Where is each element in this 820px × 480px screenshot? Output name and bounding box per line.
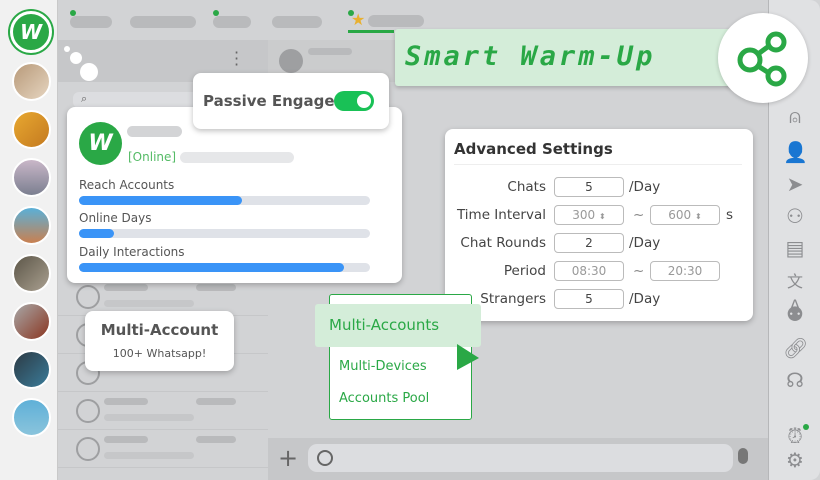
reach-accounts-bar — [79, 196, 370, 205]
app-logo[interactable]: W — [10, 11, 52, 53]
divider — [454, 164, 742, 165]
banner-title: Smart Warm-Up — [405, 41, 656, 72]
cursor-arrow-icon — [457, 344, 479, 370]
period-start-input[interactable]: 08:30 — [554, 261, 624, 281]
account-avatar[interactable] — [12, 302, 51, 341]
field-label: Strangers — [480, 291, 546, 307]
user-icon — [76, 399, 100, 423]
menu-item-multi-devices[interactable]: Multi-Devices — [339, 359, 427, 374]
notification-dot — [803, 424, 809, 430]
account-avatar[interactable] — [12, 158, 51, 197]
passive-engage-label: Passive Engage — [203, 92, 335, 110]
menu-item-accounts-pool[interactable]: Accounts Pool — [339, 391, 429, 406]
account-avatar[interactable] — [12, 62, 51, 101]
tab[interactable] — [272, 16, 322, 28]
search-icon: ⌕ — [81, 92, 88, 105]
decor-dot — [70, 52, 82, 64]
range-separator: ~ — [633, 207, 645, 223]
interval-max-input[interactable]: 600 ⬍ — [650, 205, 720, 225]
metric-label: Online Days — [79, 211, 152, 225]
message-input[interactable] — [308, 444, 733, 472]
user-icon — [76, 285, 100, 309]
chat-row[interactable] — [58, 392, 268, 430]
microphone-icon[interactable] — [738, 448, 748, 464]
period-end-input[interactable]: 20:30 — [650, 261, 720, 281]
contacts-icon[interactable]: ⚇ — [783, 204, 807, 228]
active-tab-indicator — [348, 30, 394, 33]
passive-engage-card: Passive Engage — [193, 73, 389, 129]
account-info-placeholder — [180, 152, 294, 163]
account-avatar[interactable] — [12, 110, 51, 149]
interval-min-input[interactable]: 300 ⬍ — [554, 205, 624, 225]
multi-account-card: Multi-Account 100+ Whatsapp! — [85, 311, 234, 371]
tab[interactable] — [130, 16, 196, 28]
account-avatar[interactable] — [12, 254, 51, 293]
multi-account-title: Multi-Account — [100, 321, 219, 339]
daily-interactions-bar — [79, 263, 370, 272]
link-icon[interactable]: 🔗︎ — [783, 336, 808, 360]
progress-fill — [79, 229, 114, 238]
unit-label: /Day — [629, 235, 661, 251]
group-icon[interactable]: ⚉ — [783, 302, 807, 326]
decor-dot — [80, 63, 98, 81]
support-icon[interactable]: ☊ — [783, 368, 807, 392]
metric-label: Reach Accounts — [79, 178, 175, 192]
metric-label: Daily Interactions — [79, 245, 185, 259]
emoji-icon[interactable] — [317, 450, 333, 466]
toggle-knob — [357, 94, 371, 108]
menu-item-label: Multi-Accounts — [329, 316, 440, 334]
chat-row[interactable] — [58, 430, 268, 468]
add-icon[interactable]: + — [278, 444, 298, 472]
spinner-icon[interactable]: ⬍ — [599, 212, 606, 221]
chat-rounds-input[interactable]: 2 — [554, 233, 624, 253]
tab-active[interactable] — [368, 15, 424, 27]
interval-min-value: 300 — [572, 208, 596, 222]
strangers-input[interactable]: 5 — [554, 289, 624, 309]
field-label: Chat Rounds — [460, 235, 546, 251]
spinner-icon[interactable]: ⬍ — [695, 212, 702, 221]
multi-account-subtitle: 100+ Whatsapp! — [112, 347, 207, 360]
contact-name-placeholder — [308, 48, 352, 55]
star-icon: ★ — [351, 10, 366, 29]
progress-fill — [79, 196, 242, 205]
online-status: [Online] — [128, 150, 177, 164]
field-label: Chats — [507, 179, 546, 195]
range-separator: ~ — [633, 263, 645, 279]
account-logo: W — [79, 122, 122, 165]
account-avatar[interactable] — [12, 350, 51, 389]
unit-label: /Day — [629, 179, 661, 195]
unit-label: s — [726, 207, 734, 223]
contact-avatar-icon — [279, 49, 303, 73]
smart-warmup-banner: Smart Warm-Up — [395, 29, 735, 86]
field-label: Time Interval — [456, 207, 546, 223]
logo-letter: W — [19, 20, 43, 44]
translate-icon[interactable]: 文A — [783, 270, 807, 315]
passive-engage-toggle[interactable] — [334, 91, 374, 111]
share-icon[interactable] — [718, 13, 808, 103]
account-avatar[interactable] — [12, 206, 51, 245]
message-icon[interactable]: ▤ — [783, 236, 807, 260]
user-icon — [76, 437, 100, 461]
account-rail: W — [0, 0, 58, 480]
chats-input[interactable]: 5 — [554, 177, 624, 197]
menu-item-multi-accounts[interactable]: Multi-Accounts — [315, 304, 481, 347]
interval-max-value: 600 — [668, 208, 692, 222]
panel-title: Advanced Settings — [454, 140, 613, 158]
progress-fill — [79, 263, 344, 272]
account-name-placeholder — [127, 126, 182, 137]
decor-dot — [64, 46, 70, 52]
field-label: Period — [503, 263, 546, 279]
send-icon[interactable]: ➤ — [783, 172, 807, 196]
person-pin-icon[interactable]: ⍝ — [783, 104, 807, 128]
more-icon[interactable]: · · · — [234, 45, 239, 73]
online-days-bar — [79, 229, 370, 238]
contact-search-icon[interactable]: 👤 — [783, 140, 808, 164]
advanced-settings-panel: Advanced Settings Chats 5 /Day Time Inte… — [445, 129, 753, 321]
tab[interactable] — [213, 16, 251, 28]
settings-icon[interactable]: ⚙ — [783, 448, 807, 472]
account-avatar[interactable] — [12, 398, 51, 437]
tab[interactable] — [70, 16, 112, 28]
account-card: W [Online] Reach Accounts Online Days Da… — [67, 107, 402, 283]
unit-label: /Day — [629, 291, 661, 307]
